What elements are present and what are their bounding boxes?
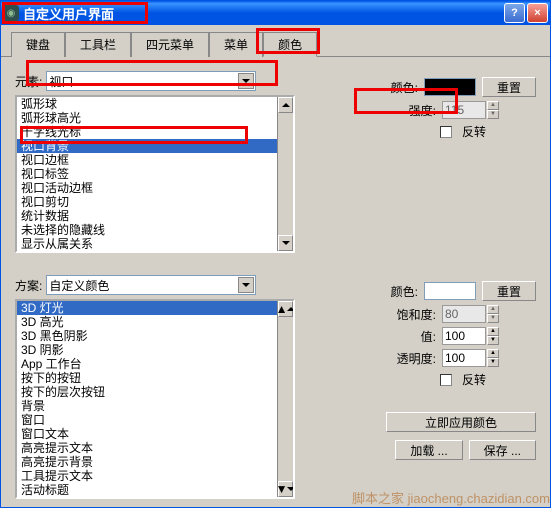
list-item[interactable]: 窗口 <box>17 413 293 427</box>
list-item[interactable]: 3D 高光 <box>17 315 293 329</box>
saturation-label: 饱和度: <box>397 306 436 323</box>
app-icon: ◉ <box>3 5 19 21</box>
list-item[interactable]: 窗口文本 <box>17 427 293 441</box>
list-item[interactable]: 3D 阴影 <box>17 343 293 357</box>
load-button[interactable]: 加载 ... <box>395 440 462 460</box>
list-item[interactable]: 十字线光标 <box>17 125 293 139</box>
alpha-label: 透明度: <box>397 350 436 367</box>
list-item[interactable]: 未选择的隐藏线 <box>17 223 293 237</box>
spin-down-icon[interactable]: ▼ <box>487 110 499 119</box>
list-item[interactable]: 视口剪切 <box>17 195 293 209</box>
invert-label: 反转 <box>462 123 486 140</box>
tab-bar: 键盘 工具栏 四元菜单 菜单 颜色 <box>1 25 550 57</box>
scheme-value: 自定义颜色 <box>49 277 109 294</box>
list-item-selected[interactable]: 视口背景 <box>17 139 293 153</box>
list-item[interactable]: 按下的层次按钮 <box>17 385 293 399</box>
intensity-label: 强度: <box>409 102 436 119</box>
tab-menu[interactable]: 菜单 <box>209 32 263 57</box>
intensity-spinner[interactable]: 115 ▲▼ <box>442 101 486 119</box>
element-label: 元素: <box>15 73 42 90</box>
element-value: 视口 <box>49 73 73 90</box>
list-item[interactable]: 按下的按钮 <box>17 371 293 385</box>
list-item[interactable]: 活动标题 <box>17 483 293 497</box>
tab-color[interactable]: 颜色 <box>263 32 317 57</box>
close-button[interactable]: × <box>527 3 548 23</box>
list-item[interactable]: 高亮提示文本 <box>17 441 293 455</box>
dropdown-icon[interactable] <box>238 277 254 293</box>
list-item[interactable]: 弧形球高光 <box>17 111 293 125</box>
scheme-label: 方案: <box>15 277 42 294</box>
scrollbar[interactable]: ▲ ▼ <box>277 301 293 497</box>
color-label: 颜色: <box>391 283 418 300</box>
scroll-down-icon[interactable]: ▼ <box>278 481 293 497</box>
invert-checkbox[interactable] <box>440 126 452 138</box>
value-label: 值: <box>421 328 436 345</box>
scroll-down-icon[interactable] <box>278 235 293 251</box>
scroll-up-icon[interactable]: ▲ <box>278 301 293 317</box>
reset-button[interactable]: 重置 <box>482 281 536 301</box>
invert-checkbox[interactable] <box>440 374 452 386</box>
titlebar: ◉ 自定义用户界面 ? × <box>1 1 550 25</box>
color-label: 颜色: <box>391 79 418 96</box>
list-item[interactable]: 工具提示文本 <box>17 469 293 483</box>
color-swatch[interactable] <box>424 78 476 96</box>
tab-toolbars[interactable]: 工具栏 <box>65 32 131 57</box>
alpha-spinner[interactable]: 100▲▼ <box>442 349 486 367</box>
list-item[interactable]: 背景 <box>17 399 293 413</box>
list-item-selected[interactable]: 3D 灯光 <box>17 301 293 315</box>
scheme-listbox[interactable]: 3D 灯光 3D 高光 3D 黑色阴影 3D 阴影 App 工作台 按下的按钮 … <box>15 299 295 499</box>
value-spinner[interactable]: 100▲▼ <box>442 327 486 345</box>
saturation-spinner[interactable]: 80▲▼ <box>442 305 486 323</box>
list-item[interactable]: App 工作台 <box>17 357 293 371</box>
list-item[interactable]: 3D 黑色阴影 <box>17 329 293 343</box>
tab-quadmenu[interactable]: 四元菜单 <box>131 32 209 57</box>
scrollbar[interactable] <box>277 97 293 251</box>
spin-up-icon[interactable]: ▲ <box>487 101 499 110</box>
list-item[interactable]: 视口边框 <box>17 153 293 167</box>
list-item[interactable]: 活动命令 <box>17 497 293 499</box>
save-button[interactable]: 保存 ... <box>469 440 536 460</box>
scroll-up-icon[interactable] <box>278 97 293 113</box>
list-item[interactable]: 视口标签 <box>17 167 293 181</box>
help-button[interactable]: ? <box>504 3 525 23</box>
dropdown-icon[interactable] <box>238 73 254 89</box>
list-item[interactable]: 视口活动边框 <box>17 181 293 195</box>
list-item[interactable]: 统计数据 <box>17 209 293 223</box>
element-select[interactable]: 视口 <box>46 71 256 91</box>
list-item[interactable]: 高亮提示背景 <box>17 455 293 469</box>
apply-now-button[interactable]: 立即应用颜色 <box>386 412 536 432</box>
reset-button[interactable]: 重置 <box>482 77 536 97</box>
color-swatch[interactable] <box>424 282 476 300</box>
scheme-select[interactable]: 自定义颜色 <box>46 275 256 295</box>
window-title: 自定义用户界面 <box>23 4 502 23</box>
element-listbox[interactable]: 弧形球 弧形球高光 十字线光标 视口背景 视口边框 视口标签 视口活动边框 视口… <box>15 95 295 253</box>
tab-keyboard[interactable]: 键盘 <box>11 32 65 57</box>
list-item[interactable]: 弧形球 <box>17 97 293 111</box>
invert-label: 反转 <box>462 371 486 388</box>
list-item[interactable]: 显示从属关系 <box>17 237 293 251</box>
